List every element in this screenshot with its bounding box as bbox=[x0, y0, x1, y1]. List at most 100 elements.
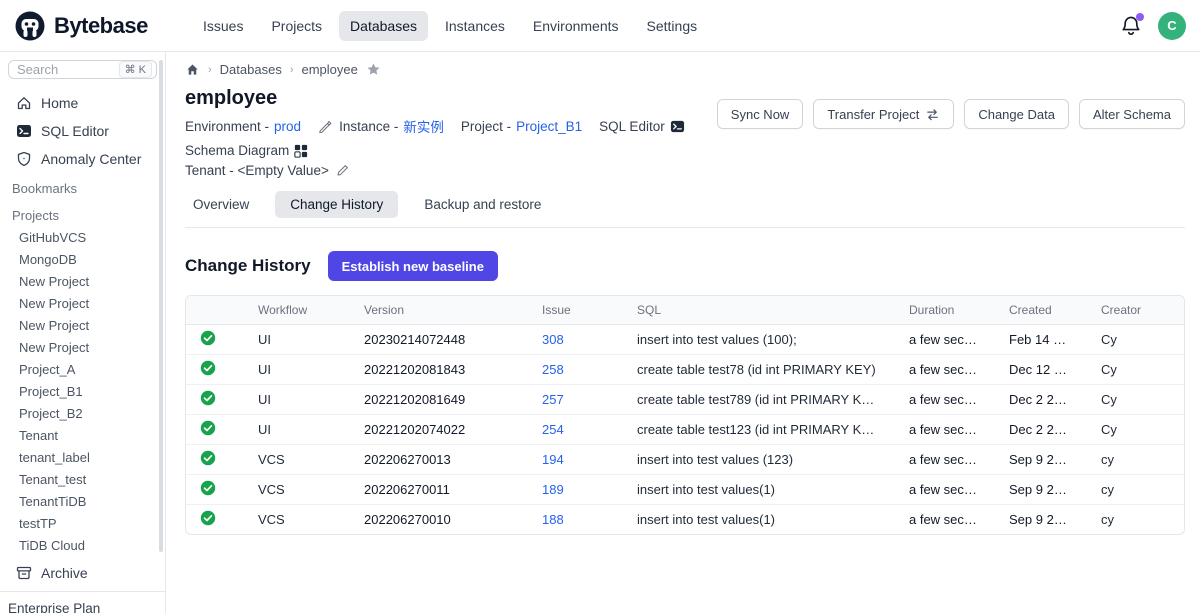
schema-diagram-link[interactable]: Schema Diagram bbox=[185, 143, 308, 158]
plan-label: Enterprise Plan bbox=[0, 591, 165, 613]
transfer-project-button[interactable]: Transfer Project bbox=[813, 99, 954, 129]
sidebar-project-item[interactable]: TiDB Cloud bbox=[0, 535, 165, 557]
establish-baseline-button[interactable]: Establish new baseline bbox=[328, 251, 498, 281]
avatar[interactable]: C bbox=[1158, 12, 1186, 40]
column-header-version: Version bbox=[348, 296, 526, 325]
sidebar-project-item[interactable]: tenant_label bbox=[0, 447, 165, 469]
main-content: › Databases › employee employee Environm… bbox=[166, 52, 1200, 613]
sidebar-project-item[interactable]: New Project bbox=[0, 315, 165, 337]
sql-cell: create table test789 (id int PRIMARY KEY… bbox=[621, 385, 893, 415]
sidebar-section-bookmarks[interactable]: Bookmarks bbox=[0, 173, 165, 200]
duration-cell: a few seconds bbox=[893, 385, 993, 415]
nav-item-settings[interactable]: Settings bbox=[636, 11, 709, 41]
change-history-row[interactable]: VCS202206270010188insert into test value… bbox=[186, 505, 1184, 535]
success-check-icon bbox=[200, 330, 216, 346]
column-header-issue: Issue bbox=[526, 296, 621, 325]
change-history-row[interactable]: VCS202206270011189insert into test value… bbox=[186, 475, 1184, 505]
breadcrumb: › Databases › employee bbox=[185, 62, 1185, 77]
column-header-duration: Duration bbox=[893, 296, 993, 325]
version-cell: 20221202081649 bbox=[348, 385, 526, 415]
column-header-status bbox=[186, 296, 242, 325]
nav-item-databases[interactable]: Databases bbox=[339, 11, 428, 41]
alter-schema-button[interactable]: Alter Schema bbox=[1079, 99, 1185, 129]
creator-cell: Cy bbox=[1085, 415, 1184, 445]
nav-item-projects[interactable]: Projects bbox=[260, 11, 333, 41]
sql-cell: create table test78 (id int PRIMARY KEY) bbox=[621, 355, 893, 385]
issue-link[interactable]: 308 bbox=[542, 332, 564, 347]
version-cell: 202206270011 bbox=[348, 475, 526, 505]
sidebar-item-anomaly-center[interactable]: Anomaly Center bbox=[0, 145, 165, 173]
sidebar-item-sql-editor[interactable]: SQL Editor bbox=[0, 117, 165, 145]
issue-link[interactable]: 258 bbox=[542, 362, 564, 377]
brand-name: Bytebase bbox=[54, 13, 148, 39]
instance-link[interactable]: 新实例 bbox=[403, 116, 444, 136]
sidebar-project-item[interactable]: Project_A bbox=[0, 359, 165, 381]
app-logo[interactable]: Bytebase bbox=[14, 10, 174, 42]
sidebar-scrollbar[interactable] bbox=[159, 60, 163, 552]
sidebar-project-item[interactable]: Project_B2 bbox=[0, 403, 165, 425]
duration-cell: a few seconds bbox=[893, 325, 993, 355]
search-shortcut-badge: ⌘ K bbox=[119, 61, 152, 78]
sidebar-project-item[interactable]: Tenant_test bbox=[0, 469, 165, 491]
issue-link[interactable]: 194 bbox=[542, 452, 564, 467]
issue-link[interactable]: 189 bbox=[542, 482, 564, 497]
created-cell: Sep 9 2022 bbox=[993, 445, 1085, 475]
nav-item-issues[interactable]: Issues bbox=[192, 11, 254, 41]
search-input[interactable]: Search ⌘ K bbox=[8, 60, 157, 79]
success-check-icon bbox=[200, 450, 216, 466]
success-check-icon bbox=[200, 480, 216, 496]
nav-item-environments[interactable]: Environments bbox=[522, 11, 630, 41]
bookmark-star-icon[interactable] bbox=[366, 62, 381, 77]
creator-cell: cy bbox=[1085, 505, 1184, 535]
issue-link[interactable]: 188 bbox=[542, 512, 564, 527]
change-history-row[interactable]: UI20221202081843258create table test78 (… bbox=[186, 355, 1184, 385]
workflow-cell: VCS bbox=[242, 505, 348, 535]
terminal-icon bbox=[16, 123, 32, 139]
breadcrumb-item-databases[interactable]: Databases bbox=[220, 62, 282, 77]
tab-overview[interactable]: Overview bbox=[189, 191, 253, 218]
sidebar-item-home[interactable]: Home bbox=[0, 89, 165, 117]
sidebar-project-item[interactable]: Project_B1 bbox=[0, 381, 165, 403]
column-header-workflow: Workflow bbox=[242, 296, 348, 325]
issue-link[interactable]: 257 bbox=[542, 392, 564, 407]
sidebar-project-item[interactable]: New Project bbox=[0, 271, 165, 293]
sql-editor-link[interactable]: SQL Editor bbox=[599, 119, 685, 134]
edit-pencil-icon[interactable] bbox=[336, 164, 349, 177]
tab-change-history[interactable]: Change History bbox=[275, 191, 398, 218]
schema-diagram-icon bbox=[294, 144, 308, 158]
change-history-row[interactable]: UI20230214072448308insert into test valu… bbox=[186, 325, 1184, 355]
tenant-label: Tenant - <Empty Value> bbox=[185, 163, 329, 178]
sidebar-project-item[interactable]: GitHubVCS bbox=[0, 227, 165, 249]
search-placeholder: Search bbox=[17, 62, 119, 77]
environment-link[interactable]: prod bbox=[274, 119, 301, 134]
nav-item-instances[interactable]: Instances bbox=[434, 11, 516, 41]
creator-cell: Cy bbox=[1085, 355, 1184, 385]
breadcrumb-item-current[interactable]: employee bbox=[302, 62, 358, 77]
instance-label: Instance - bbox=[339, 119, 398, 134]
tab-backup-and-restore[interactable]: Backup and restore bbox=[420, 191, 545, 218]
creator-cell: cy bbox=[1085, 445, 1184, 475]
sidebar-project-item[interactable]: TenantTiDB bbox=[0, 491, 165, 513]
breadcrumb-home-icon[interactable] bbox=[185, 62, 200, 77]
sidebar-item-archive[interactable]: Archive bbox=[0, 557, 165, 591]
issue-link[interactable]: 254 bbox=[542, 422, 564, 437]
change-history-row[interactable]: VCS202206270013194insert into test value… bbox=[186, 445, 1184, 475]
sidebar-project-item[interactable]: testTP bbox=[0, 513, 165, 535]
database-meta-line1: Environment - prod Instance - 新实例 Projec… bbox=[185, 116, 717, 158]
sidebar-project-item[interactable]: New Project bbox=[0, 337, 165, 359]
project-link[interactable]: Project_B1 bbox=[516, 119, 582, 134]
notification-bell-icon[interactable] bbox=[1120, 15, 1142, 37]
duration-cell: a few seconds bbox=[893, 475, 993, 505]
created-cell: Sep 9 2022 bbox=[993, 505, 1085, 535]
duration-cell: a few seconds bbox=[893, 355, 993, 385]
sidebar-project-item[interactable]: Tenant bbox=[0, 425, 165, 447]
sidebar-section-projects[interactable]: Projects bbox=[0, 200, 165, 227]
sql-cell: create table test123 (id int PRIMARY KEY… bbox=[621, 415, 893, 445]
change-history-row[interactable]: UI20221202081649257create table test789 … bbox=[186, 385, 1184, 415]
sidebar-project-item[interactable]: New Project bbox=[0, 293, 165, 315]
change-history-row[interactable]: UI20221202074022254create table test123 … bbox=[186, 415, 1184, 445]
sidebar-projects-list: GitHubVCSMongoDBNew ProjectNew ProjectNe… bbox=[0, 227, 165, 557]
sync-now-button[interactable]: Sync Now bbox=[717, 99, 804, 129]
change-data-button[interactable]: Change Data bbox=[964, 99, 1069, 129]
sidebar-project-item[interactable]: MongoDB bbox=[0, 249, 165, 271]
